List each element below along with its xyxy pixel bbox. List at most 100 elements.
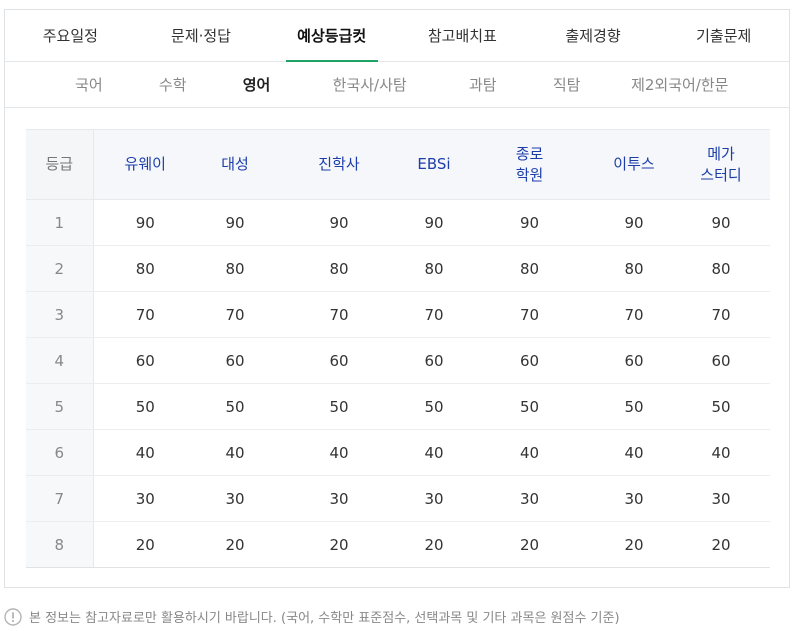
- main-tab-bar: 주요일정 문제·정답 예상등급컷 참고배치표 출제경향 기출문제: [5, 10, 789, 62]
- score-cell: 70: [405, 291, 463, 338]
- score-cell: 20: [463, 521, 596, 568]
- score-cell: 70: [463, 291, 596, 338]
- score-cell: 30: [405, 475, 463, 522]
- subject-tab-english[interactable]: 영어: [215, 74, 299, 95]
- score-cell: 20: [672, 521, 770, 568]
- score-cell: 20: [596, 521, 672, 568]
- score-cell: 90: [197, 199, 273, 246]
- score-cell: 50: [197, 383, 273, 430]
- score-cell: 90: [672, 199, 770, 246]
- provider-name: EBSi: [417, 155, 451, 173]
- tab-reference-placement[interactable]: 참고배치표: [397, 10, 528, 61]
- provider-header: 대성: [197, 129, 273, 200]
- grade-cut-panel: 주요일정 문제·정답 예상등급컷 참고배치표 출제경향 기출문제 국어 수학 영…: [4, 9, 790, 588]
- provider-header: EBSi: [405, 129, 463, 200]
- score-cell: 70: [93, 291, 197, 338]
- tab-expected-grade-cut[interactable]: 예상등급컷: [266, 10, 397, 61]
- score-cell: 40: [273, 429, 405, 476]
- reference-notice: 본 정보는 참고자료로만 활용하시기 바랍니다. (국어, 수학만 표준점수, …: [4, 607, 620, 626]
- score-cell: 80: [672, 245, 770, 292]
- score-cell: 60: [197, 337, 273, 384]
- provider-header: 메가스터디: [672, 129, 770, 200]
- score-cell: 50: [463, 383, 596, 430]
- grade-cut-table-wrapper: 등급 유웨이 대성 진학사 EBSi 종로 학원 이투스 메가 스터디 1 90 9…: [26, 129, 770, 568]
- provider-name-line2: 스터디: [700, 165, 742, 184]
- score-cell: 40: [405, 429, 463, 476]
- score-cell: 60: [463, 337, 596, 384]
- score-cell: 60: [405, 337, 463, 384]
- tab-past-exams[interactable]: 기출문제: [658, 10, 789, 61]
- tab-exam-trends[interactable]: 출제경향: [528, 10, 659, 61]
- score-cell: 90: [93, 199, 197, 246]
- subject-tab-second-language[interactable]: 제2외국어/한문: [609, 74, 751, 95]
- subject-tab-bar: 국어 수학 영어 한국사/사탐 과탐 직탐 제2외국어/한문: [5, 62, 789, 108]
- grade-cell: 7: [26, 475, 94, 522]
- score-cell: 30: [197, 475, 273, 522]
- subject-tab-science[interactable]: 과탐: [441, 74, 525, 95]
- score-cell: 70: [197, 291, 273, 338]
- subject-tab-history-social[interactable]: 한국사/사탐: [298, 74, 440, 95]
- table-row: 2 80 80 80 80 80 80 80: [26, 245, 770, 292]
- score-cell: 80: [93, 245, 197, 292]
- score-cell: 50: [672, 383, 770, 430]
- score-cell: 80: [405, 245, 463, 292]
- grade-cell: 3: [26, 291, 94, 338]
- score-cell: 50: [405, 383, 463, 430]
- score-cell: 60: [596, 337, 672, 384]
- provider-header: 이투스: [596, 129, 672, 200]
- table-row: 7 30 30 30 30 30 30 30: [26, 475, 770, 522]
- score-cell: 80: [197, 245, 273, 292]
- subject-tab-vocational[interactable]: 직탐: [525, 74, 609, 95]
- score-cell: 90: [273, 199, 405, 246]
- grade-cell: 6: [26, 429, 94, 476]
- score-cell: 70: [273, 291, 405, 338]
- grade-cell: 8: [26, 521, 94, 568]
- score-cell: 40: [93, 429, 197, 476]
- score-cell: 30: [273, 475, 405, 522]
- table-row: 6 40 40 40 40 40 40 40: [26, 429, 770, 476]
- provider-name: 이투스: [613, 155, 655, 173]
- score-cell: 40: [463, 429, 596, 476]
- tab-questions-answers[interactable]: 문제·정답: [136, 10, 267, 61]
- provider-name: 대성: [221, 155, 249, 173]
- score-cell: 20: [93, 521, 197, 568]
- subject-tab-math[interactable]: 수학: [131, 74, 215, 95]
- score-cell: 20: [197, 521, 273, 568]
- score-cell: 50: [93, 383, 197, 430]
- subject-tab-korean[interactable]: 국어: [47, 74, 131, 95]
- score-cell: 50: [273, 383, 405, 430]
- provider-header: 진학사: [273, 129, 405, 200]
- grade-cut-table: 등급 유웨이 대성 진학사 EBSi 종로 학원 이투스 메가 스터디 1 90 9…: [26, 129, 770, 568]
- grade-cell: 4: [26, 337, 94, 384]
- table-row: 3 70 70 70 70 70 70 70: [26, 291, 770, 338]
- score-cell: 80: [273, 245, 405, 292]
- grade-cell: 5: [26, 383, 94, 430]
- tab-schedule[interactable]: 주요일정: [5, 10, 136, 61]
- score-cell: 40: [672, 429, 770, 476]
- score-cell: 20: [405, 521, 463, 568]
- provider-name-line1: 메가: [707, 144, 735, 163]
- table-row: 1 90 90 90 90 90 90 90: [26, 199, 770, 246]
- score-cell: 30: [596, 475, 672, 522]
- score-cell: 30: [93, 475, 197, 522]
- score-cell: 90: [596, 199, 672, 246]
- score-cell: 90: [463, 199, 596, 246]
- provider-header: 유웨이: [93, 129, 197, 200]
- table-row: 4 60 60 60 60 60 60 60: [26, 337, 770, 384]
- score-cell: 50: [596, 383, 672, 430]
- exclamation-circle-icon: [4, 607, 22, 626]
- grade-cell: 1: [26, 199, 94, 246]
- score-cell: 30: [463, 475, 596, 522]
- score-cell: 70: [672, 291, 770, 338]
- score-cell: 40: [197, 429, 273, 476]
- notice-text: 본 정보는 참고자료로만 활용하시기 바랍니다. (국어, 수학만 표준점수, …: [29, 611, 620, 626]
- score-cell: 70: [596, 291, 672, 338]
- table-row: 8 20 20 20 20 20 20 20: [26, 521, 770, 568]
- score-cell: 80: [596, 245, 672, 292]
- provider-name: 진학사: [318, 155, 360, 173]
- provider-name: 유웨이: [124, 155, 166, 173]
- score-cell: 20: [273, 521, 405, 568]
- score-cell: 80: [463, 245, 596, 292]
- table-header-row: 등급 유웨이 대성 진학사 EBSi 종로 학원 이투스 메가 스터디: [26, 129, 770, 200]
- score-cell: 60: [273, 337, 405, 384]
